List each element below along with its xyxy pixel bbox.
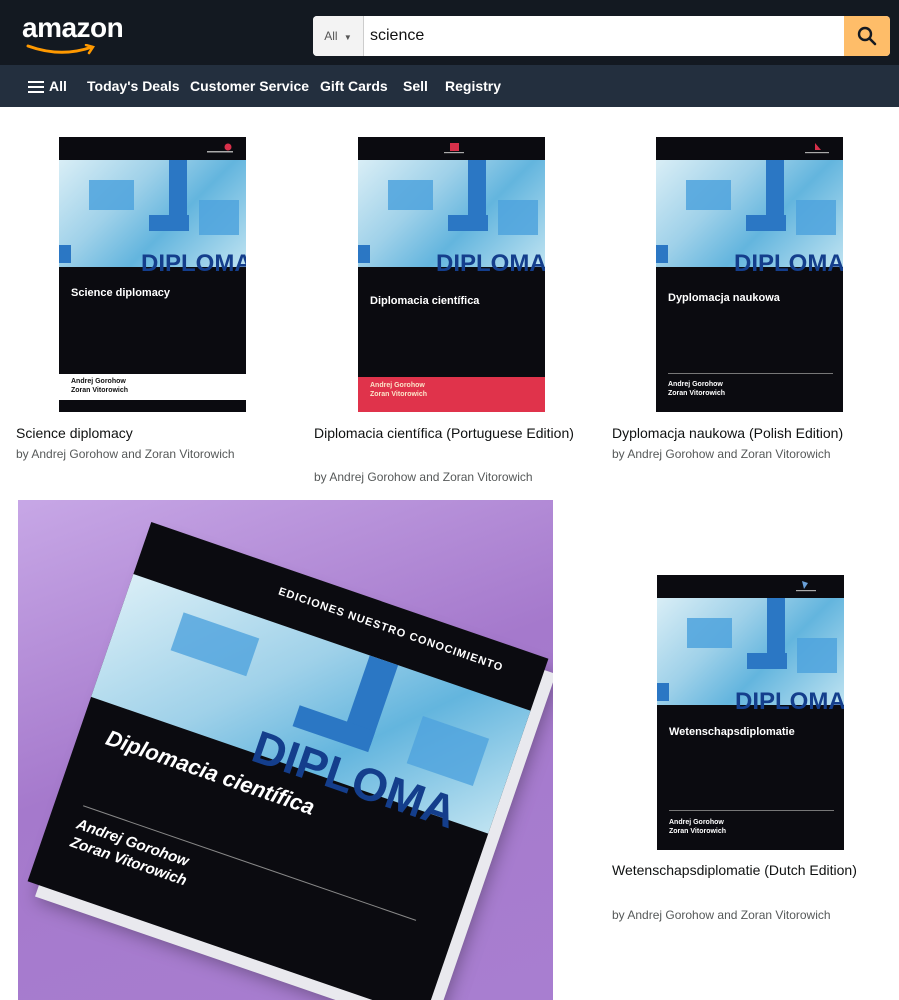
cover-stamp: DIPLOMA <box>735 688 844 715</box>
photo-book-authors: Andrej Gorohow Zoran Vitorowich <box>68 815 196 891</box>
cover-author: Zoran Vitorowich <box>370 391 428 398</box>
cover-stamp: DIPLOMA <box>141 250 246 277</box>
cover-stamp: DIPLOMA <box>436 250 545 277</box>
nav-bar: All Today's Deals Customer Service Gift … <box>0 65 899 107</box>
search-department-label: All <box>324 29 338 43</box>
product-byline: by Andrej Gorohow and Zoran Vitorowich <box>16 447 235 461</box>
top-header: amazon All ▼ <box>0 0 899 65</box>
photo-book-cover: EDICIONES NUESTRO CONOCIMIENTO DIPLOMA D… <box>27 521 549 1000</box>
cover-authors: Andrej Gorohow Zoran Vitorowich <box>668 380 725 398</box>
product-image[interactable]: DIPLOMA Wetenschapsdiplomatie Andrej Gor… <box>657 575 844 850</box>
nav-item-customer-service[interactable]: Customer Service <box>190 65 309 107</box>
product-byline: by Andrej Gorohow and Zoran Vitorowich <box>612 447 831 461</box>
book-photo: EDICIONES NUESTRO CONOCIMIENTO DIPLOMA D… <box>18 500 553 1000</box>
cover-author: Andrej Gorohow <box>668 381 723 388</box>
cover-title: Wetenschapsdiplomatie <box>669 726 795 738</box>
cover-author: Andrej Gorohow <box>370 382 425 389</box>
publisher-logo-icon <box>207 143 233 153</box>
cover-title: Dyplomacja naukowa <box>668 292 780 304</box>
product-image[interactable]: DIPLOMA Science diplomacy Andrej Gorohow… <box>59 137 246 412</box>
publisher-logo-icon <box>796 581 816 592</box>
hamburger-icon <box>28 81 44 93</box>
nav-item-todays-deals[interactable]: Today's Deals <box>87 65 180 107</box>
search-button[interactable] <box>844 16 890 56</box>
product-title-link[interactable]: Wetenschapsdiplomatie (Dutch Edition) <box>612 860 867 881</box>
product-title-link[interactable]: Diplomacia científica (Portuguese Editio… <box>314 423 574 444</box>
cover-author: Zoran Vitorowich <box>71 387 129 394</box>
cover-bottom-strip <box>59 400 246 412</box>
chevron-down-icon: ▼ <box>343 33 352 42</box>
search-input[interactable] <box>370 16 840 56</box>
product-byline: by Andrej Gorohow and Zoran Vitorowich <box>612 908 831 922</box>
cover-author: Andrej Gorohow <box>669 819 724 826</box>
cover-divider <box>669 810 834 811</box>
product-title-link[interactable]: Science diplomacy <box>16 423 296 444</box>
product-image[interactable]: DIPLOMA Dyplomacja naukowa Andrej Goroho… <box>656 137 843 412</box>
product-byline: by Andrej Gorohow and Zoran Vitorowich <box>314 470 533 484</box>
search-bar: All ▼ <box>313 16 890 56</box>
amazon-smile-icon <box>26 44 95 55</box>
amazon-logo[interactable]: amazon <box>22 12 124 44</box>
publisher-logo-icon <box>444 143 464 154</box>
cover-stamp: DIPLOMA <box>734 250 843 277</box>
cover-author: Andrej Gorohow <box>71 378 126 385</box>
nav-item-sell[interactable]: Sell <box>403 65 428 107</box>
search-department-select[interactable]: All ▼ <box>313 16 364 56</box>
nav-item-gift-cards[interactable]: Gift Cards <box>320 65 388 107</box>
product-title-link[interactable]: Dyplomacja naukowa (Polish Edition) <box>612 423 897 444</box>
cover-author: Zoran Vitorowich <box>668 390 726 397</box>
cover-divider <box>668 373 833 374</box>
cover-authors: Andrej Gorohow Zoran Vitorowich <box>370 381 427 399</box>
cover-title: Science diplomacy <box>71 287 171 299</box>
product-image[interactable]: DIPLOMA Diplomacia científica Andrej Gor… <box>358 137 545 412</box>
cover-authors: Andrej Gorohow Zoran Vitorowich <box>669 818 726 836</box>
cover-authors: Andrej Gorohow Zoran Vitorowich <box>71 377 128 395</box>
cover-author: Zoran Vitorowich <box>669 828 727 835</box>
nav-all-label: All <box>49 78 67 94</box>
nav-all-menu[interactable]: All <box>28 65 70 107</box>
nav-item-registry[interactable]: Registry <box>445 65 501 107</box>
search-icon <box>857 26 877 46</box>
publisher-logo-icon <box>805 143 829 154</box>
cover-title: Diplomacia científica <box>370 295 480 307</box>
cover-author-band: Andrej Gorohow Zoran Vitorowich <box>358 377 545 412</box>
